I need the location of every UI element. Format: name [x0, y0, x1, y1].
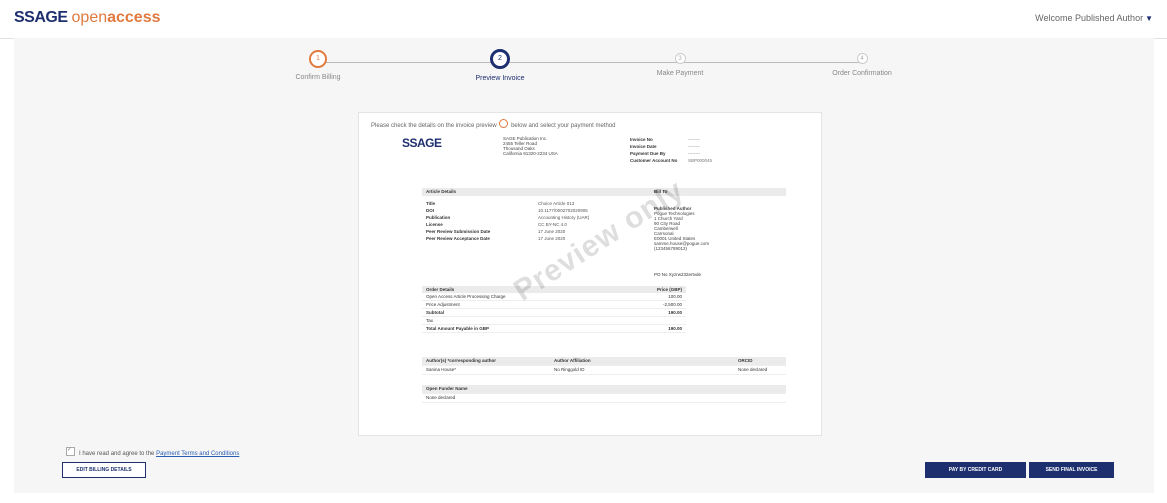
meta-key: Customer Account No: [630, 158, 678, 163]
meta-value: --------: [688, 144, 700, 149]
step-make-payment: 3 Make Payment: [620, 50, 740, 77]
article-row: DOI 10.1177/0002702020905: [426, 207, 589, 214]
order-row: Total Amount Payable in GBP 190.00: [422, 325, 686, 333]
order-row: Price Adjustment -2,500.00: [422, 301, 686, 309]
article-details: Title Choice Article 013 DOI 10.1177/00027…: [426, 200, 589, 242]
meta-row: Customer Account No SBP000045: [630, 157, 712, 164]
funder-header: Open Funder Name: [422, 385, 786, 394]
article-row: Publication Accounting History (UAR): [426, 214, 589, 221]
order-item: Subtotal: [426, 310, 444, 315]
order-details: Order Details Price (GBP) Open Access Art…: [422, 286, 686, 333]
step-label: Order Confirmation: [832, 70, 892, 77]
authors-table: Author(s) *corresponding author Author A…: [422, 357, 786, 375]
invoice-document: SSAGE SAGE Publication Inc. 2455 Teller …: [390, 132, 790, 427]
progress-stepper: 1 Confirm Billing 2 Preview Invoice 3 Ma…: [0, 0, 1167, 100]
order-row: Open Access Article Processing Charge 100…: [422, 293, 686, 301]
invoice-meta: Invoice No -------- Invoice Date -------- …: [630, 136, 712, 164]
meta-row: Payment Due By --------: [630, 150, 712, 157]
article-row: Title Choice Article 013: [426, 200, 589, 207]
invoice-intro: Please check the details on the invoice …: [371, 119, 616, 129]
step-preview-invoice: 2 Preview Invoice: [440, 49, 560, 82]
info-icon[interactable]: [499, 119, 509, 128]
article-key: Title: [426, 201, 436, 206]
meta-key: Invoice No: [630, 137, 653, 142]
order-amount: 190.00: [668, 310, 682, 315]
author-name: Sanina House*: [426, 367, 457, 372]
authors-col-header: Author(s) *corresponding author: [426, 358, 496, 363]
step-number: 3: [674, 53, 686, 64]
meta-row: Invoice No --------: [630, 136, 712, 143]
article-row: Peer Review Submission Date 17 June 2020: [426, 228, 589, 235]
order-row: Tax: [422, 317, 686, 325]
step-label: Preview Invoice: [475, 75, 525, 82]
send-final-invoice-button[interactable]: SEND FINAL INVOICE: [1029, 462, 1114, 478]
order-item: Total Amount Payable in GBP: [426, 326, 490, 331]
article-details-header: Article Details: [422, 188, 650, 196]
orcid-col-header: ORCID: [738, 358, 753, 363]
authors-row: Sanina House* No Ringgold ID None declar…: [422, 366, 786, 375]
po-number: PO No Xyzrw232ertvde: [654, 272, 702, 277]
affiliation-col-header: Author Affiliation: [554, 358, 591, 363]
order-amount: 100.00: [668, 294, 682, 299]
article-row: License CC BY-NC 4.0: [426, 221, 589, 228]
order-amount: 190.00: [668, 326, 682, 331]
meta-row: Invoice Date --------: [630, 143, 712, 150]
author-affiliation: No Ringgold ID: [554, 367, 585, 372]
step-number: 4: [856, 53, 868, 64]
article-key: Publication: [426, 215, 451, 220]
order-item: Price Adjustment: [426, 302, 460, 307]
article-key: Peer Review Submission Date: [426, 229, 491, 234]
authors-header-row: Author(s) *corresponding author Author A…: [422, 357, 786, 366]
order-item: Tax: [426, 318, 434, 323]
meta-value: --------: [688, 151, 700, 156]
step-order-confirmation: 4 Order Confirmation: [802, 50, 922, 77]
bill-to-line: (123456789012): [654, 246, 688, 251]
order-row: Subtotal 190.00: [422, 309, 686, 317]
article-value: 17 June 2020: [538, 229, 566, 234]
terms-text: I have read and agree to the: [79, 451, 155, 457]
intro-text: Please check the details on the invoice …: [371, 123, 497, 129]
price-header: Price (GBP): [656, 287, 682, 292]
article-key: Peer Review Acceptance Date: [426, 236, 490, 241]
meta-key: Payment Due By: [630, 151, 666, 156]
intro-text-after: below and select your payment method: [511, 123, 616, 129]
step-label: Confirm Billing: [295, 74, 341, 81]
terms-agreement: I have read and agree to the Payment Ter…: [66, 446, 239, 457]
pay-by-credit-card-button[interactable]: PAY BY CREDIT CARD: [925, 462, 1026, 478]
article-key: DOI: [426, 208, 435, 213]
address-line: California 91320-2234 USA: [503, 151, 558, 156]
edit-billing-details-button[interactable]: EDIT BILLING DETAILS: [62, 462, 146, 478]
funder-value: None declared: [422, 394, 786, 403]
article-value: Accounting History (UAR): [538, 215, 590, 220]
order-header: Order Details: [426, 287, 455, 292]
terms-link[interactable]: Payment Terms and Conditions: [156, 451, 239, 457]
invoice-sage-logo: SSAGE: [402, 136, 442, 150]
step-confirm-billing[interactable]: 1 Confirm Billing: [258, 50, 378, 81]
invoice-preview-card: Please check the details on the invoice …: [358, 112, 822, 436]
step-number: 2: [490, 49, 510, 69]
author-orcid: None declared: [738, 367, 768, 372]
article-key: License: [426, 222, 443, 227]
publisher-address: SAGE Publication Inc. 2455 Teller Road T…: [503, 136, 558, 156]
meta-value: SBP000045: [688, 158, 713, 163]
funder-table: Open Funder Name None declared: [422, 385, 786, 403]
order-item: Open Access Article Processing Charge: [426, 294, 506, 299]
meta-key: Invoice Date: [630, 144, 657, 149]
article-value: CC BY-NC 4.0: [538, 222, 567, 227]
step-label: Make Payment: [656, 70, 704, 77]
order-amount: -2,500.00: [662, 302, 682, 307]
step-number: 1: [309, 50, 327, 68]
article-value: 17 June 2020: [538, 236, 566, 241]
terms-checkbox[interactable]: [66, 446, 75, 456]
article-row: Peer Review Acceptance Date 17 June 2020: [426, 235, 589, 242]
meta-value: --------: [688, 137, 700, 142]
article-value: Choice Article 013: [538, 201, 575, 206]
article-value: 10.1177/0002702020905: [538, 208, 588, 213]
